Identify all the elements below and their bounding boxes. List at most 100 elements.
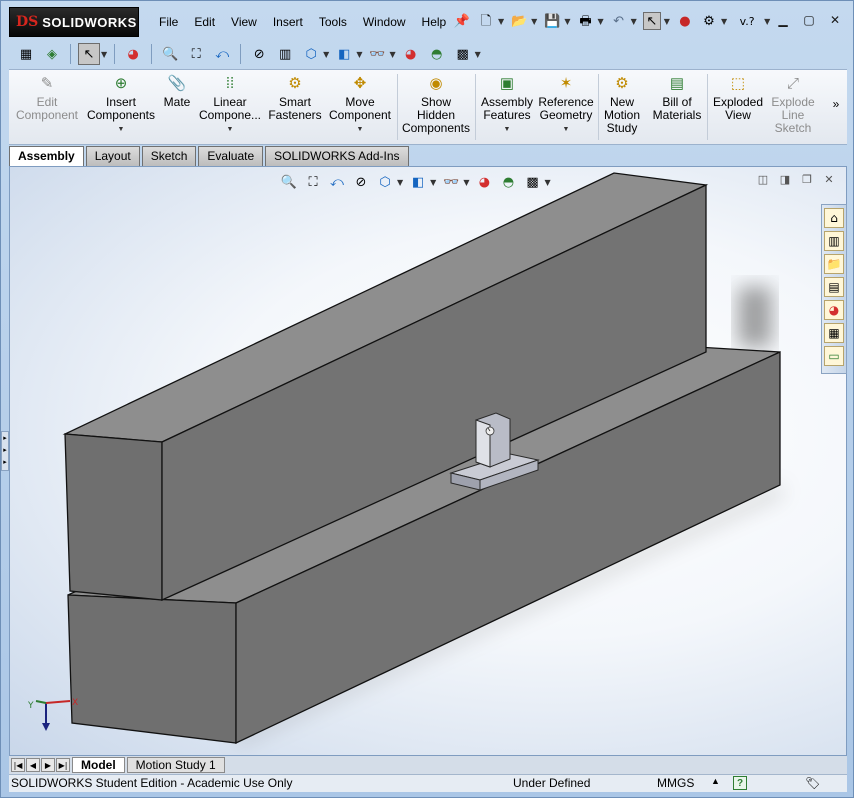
new-motion-study-button[interactable]: ⚙ New Motion Study: [599, 74, 645, 135]
reference-geometry-button[interactable]: ✶ Reference Geometry ▼: [535, 74, 597, 136]
edit-appearance-icon[interactable]: ◕: [475, 173, 493, 191]
assembly-model-view[interactable]: X Y: [10, 167, 847, 756]
chevron-down-icon[interactable]: ▼: [531, 17, 537, 26]
apply-scene-icon[interactable]: ◓: [499, 173, 517, 191]
upper-block-front-face[interactable]: [64, 433, 163, 601]
tag-icon[interactable]: 🏷: [805, 776, 820, 790]
undo-icon[interactable]: ↶: [610, 12, 628, 30]
previous-view-icon[interactable]: ⤺: [211, 43, 233, 65]
chevron-down-icon[interactable]: ▼: [479, 123, 535, 136]
view-settings-icon[interactable]: ▩: [452, 43, 474, 65]
chevron-down-icon[interactable]: ▼: [463, 178, 469, 187]
split-vertical-icon[interactable]: ◨: [778, 173, 792, 186]
tab-motion-study-1[interactable]: Motion Study 1: [126, 757, 225, 773]
show-hidden-components-button[interactable]: ◉ Show Hidden Components: [401, 74, 471, 135]
options-icon[interactable]: ⚙: [700, 12, 718, 30]
chevron-down-icon[interactable]: ▼: [101, 50, 107, 59]
first-tab-icon[interactable]: |◀: [11, 758, 25, 772]
chevron-down-icon[interactable]: ▼: [535, 123, 597, 136]
maximize-icon[interactable]: ▢: [801, 13, 817, 27]
component-icon[interactable]: ◈: [41, 43, 63, 65]
feature-manager-flyout-handle[interactable]: ▸ ▸ ▸: [1, 431, 9, 471]
print-icon[interactable]: 🖶: [576, 12, 594, 30]
zoom-to-fit-icon[interactable]: 🔍: [159, 43, 181, 65]
linear-component-pattern-button[interactable]: ⁞⁞ Linear Compone... ▼: [197, 74, 263, 136]
hide-show-items-icon[interactable]: 👓: [442, 173, 460, 191]
close-icon[interactable]: ✕: [827, 13, 843, 27]
help-icon[interactable]: ?: [733, 776, 747, 790]
chevron-down-icon[interactable]: ▼: [397, 178, 403, 187]
unit-system[interactable]: MMGS: [657, 776, 694, 790]
custom-properties-icon[interactable]: ▦: [824, 323, 844, 343]
open-folder-icon[interactable]: 📂: [510, 12, 528, 30]
next-tab-icon[interactable]: ▶: [41, 758, 55, 772]
menu-tools[interactable]: Tools: [311, 13, 355, 31]
assembly-features-button[interactable]: ▣ Assembly Features ▼: [479, 74, 535, 136]
select-arrow-icon[interactable]: ↖: [642, 12, 661, 30]
explode-line-sketch-button[interactable]: ⤢ Explode Line Sketch: [767, 74, 819, 135]
minimize-icon[interactable]: ▁: [775, 13, 791, 27]
close-icon[interactable]: ✕: [822, 173, 836, 186]
new-document-icon[interactable]: 🗋: [477, 12, 495, 30]
file-explorer-icon[interactable]: 📁: [824, 254, 844, 274]
forum-icon[interactable]: ▭: [824, 346, 844, 366]
home-icon[interactable]: ⌂: [824, 208, 844, 228]
chevron-down-icon[interactable]: ▼: [197, 123, 263, 136]
chevron-down-icon[interactable]: ▼: [85, 123, 157, 136]
tab-assembly[interactable]: Assembly: [9, 146, 84, 167]
chevron-down-icon[interactable]: ▼: [356, 50, 362, 59]
previous-view-icon[interactable]: ⤺: [328, 173, 346, 191]
chevron-up-icon[interactable]: ▲: [711, 776, 720, 786]
chevron-down-icon[interactable]: ▼: [325, 123, 395, 136]
section-view-icon[interactable]: ⊘: [248, 43, 270, 65]
graphics-area[interactable]: X Y 🔍 ⛶ ⤺ ⊘ ⬡ ▼ ◧ ▼ 👓 ▼ ◕ ◓ ▩ ▼ ◫ ◨ ❐ ✕: [9, 166, 847, 756]
design-library-icon[interactable]: ▥: [824, 231, 844, 251]
menu-window[interactable]: Window: [355, 13, 414, 31]
display-style-icon[interactable]: ◧: [409, 173, 427, 191]
tab-sketch[interactable]: Sketch: [141, 146, 197, 166]
view-palette-icon[interactable]: ▤: [824, 277, 844, 297]
properties-icon[interactable]: ▦: [15, 43, 37, 65]
more-commands-button[interactable]: »: [829, 98, 843, 111]
appearances-icon[interactable]: ◕: [824, 300, 844, 320]
smart-fasteners-button[interactable]: ⚙ Smart Fasteners: [265, 74, 325, 122]
lower-block-front-face[interactable]: [67, 594, 237, 744]
tab-layout[interactable]: Layout: [85, 146, 140, 166]
zoom-to-area-icon[interactable]: ⛶: [185, 43, 207, 65]
previous-tab-icon[interactable]: ◀: [26, 758, 40, 772]
rebuild-traffic-light-icon[interactable]: ●: [676, 12, 694, 30]
menu-help[interactable]: Help: [414, 13, 455, 31]
bill-of-materials-button[interactable]: ▤ Bill of Materials: [649, 74, 705, 122]
select-tool-icon[interactable]: ↖: [78, 43, 100, 65]
dynamic-annotation-icon[interactable]: ▥: [274, 43, 296, 65]
chevron-down-icon[interactable]: ▼: [721, 17, 727, 26]
mate-button[interactable]: 📎 Mate: [159, 74, 195, 109]
menu-edit[interactable]: Edit: [186, 13, 223, 31]
zoom-to-area-icon[interactable]: ⛶: [304, 173, 322, 191]
edit-component-button[interactable]: ✎ Edit Component: [13, 74, 81, 122]
zoom-to-fit-icon[interactable]: 🔍: [280, 173, 298, 191]
pin-icon[interactable]: 📌: [453, 12, 471, 30]
exploded-view-button[interactable]: ⬚ Exploded View: [709, 74, 767, 122]
tab-evaluate[interactable]: Evaluate: [198, 146, 264, 166]
menu-insert[interactable]: Insert: [265, 13, 311, 31]
solidworks-logo[interactable]: DS SOLIDWORKS: [9, 7, 139, 37]
chevron-down-icon[interactable]: ▼: [389, 50, 395, 59]
insert-components-button[interactable]: ⊕ Insert Components ▼: [85, 74, 157, 136]
edit-appearance-icon[interactable]: ◕: [400, 43, 422, 65]
move-component-button[interactable]: ✥ Move Component ▼: [325, 74, 395, 136]
appearance-icon[interactable]: ◕: [122, 43, 144, 65]
chevron-down-icon[interactable]: ▼: [597, 17, 603, 26]
tab-solidworks-add-ins[interactable]: SOLIDWORKS Add-Ins: [265, 146, 409, 166]
chevron-down-icon[interactable]: ▼: [498, 17, 504, 26]
split-horizontal-icon[interactable]: ◫: [756, 173, 770, 186]
chevron-down-icon[interactable]: ▼: [430, 178, 436, 187]
chevron-down-icon[interactable]: ▼: [764, 17, 770, 26]
chevron-down-icon[interactable]: ▼: [544, 178, 550, 187]
section-view-icon[interactable]: ⊘: [352, 173, 370, 191]
apply-scene-icon[interactable]: ◓: [426, 43, 448, 65]
menu-file[interactable]: File: [151, 13, 186, 31]
chevron-down-icon[interactable]: ▼: [564, 17, 570, 26]
restore-icon[interactable]: ❐: [800, 173, 814, 186]
view-orientation-icon[interactable]: ⬡: [376, 173, 394, 191]
